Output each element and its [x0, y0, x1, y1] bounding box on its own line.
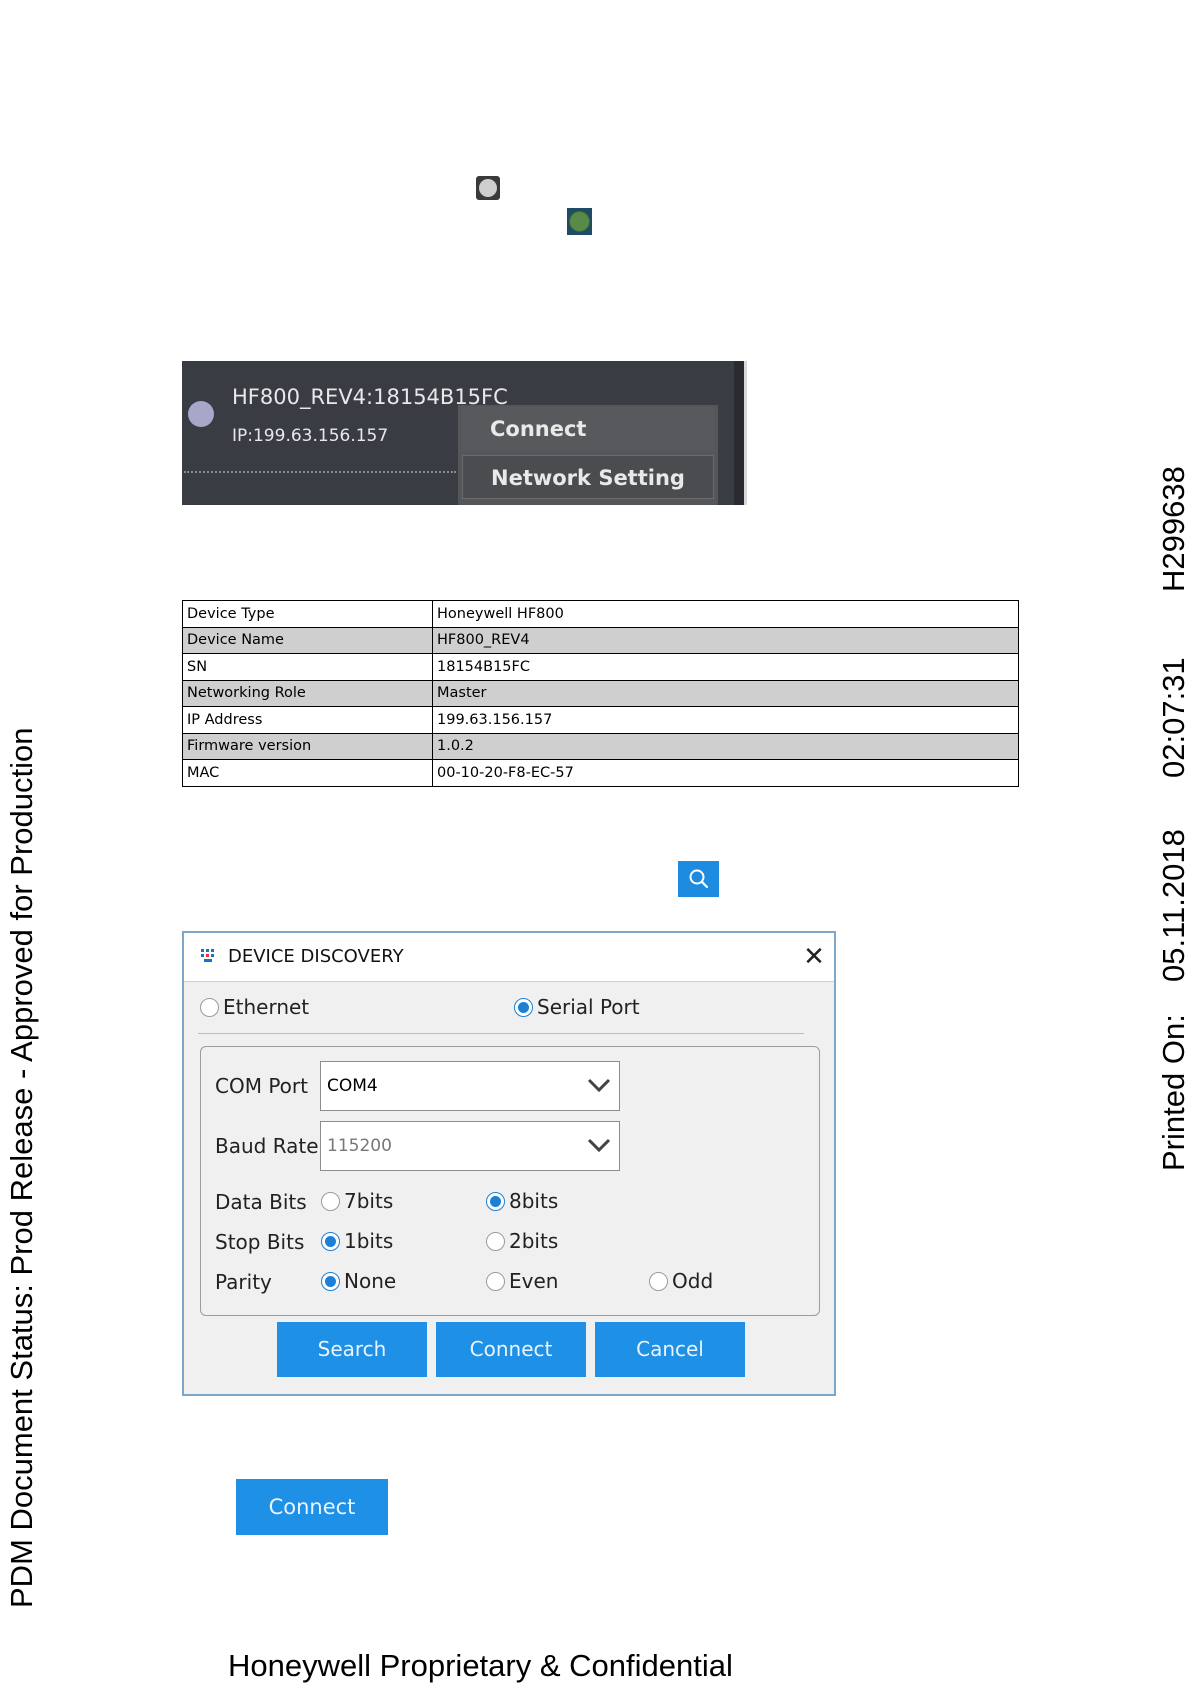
table-row: Firmware version 1.0.2 [182, 732, 1019, 760]
table-row: Device Type Honeywell HF800 [182, 600, 1019, 628]
serial-port-option[interactable]: Serial Port [514, 995, 640, 1019]
menu-item-network-setting[interactable]: Network Setting [462, 455, 714, 499]
table-value: 1.0.2 [432, 732, 1019, 760]
table-value: 00-10-20-F8-EC-57 [432, 759, 1019, 787]
device-info-table: Device Type Honeywell HF800 Device Name HF… [182, 600, 1019, 787]
table-key: MAC [182, 759, 433, 787]
cancel-button[interactable]: Cancel [595, 1322, 745, 1377]
document-number: H299638 [1156, 466, 1190, 592]
radio-button[interactable] [321, 1231, 340, 1251]
table-key: SN [182, 653, 433, 681]
search-icon [689, 869, 708, 889]
radio-button[interactable] [486, 1271, 505, 1291]
com-port-select[interactable]: COM4 [320, 1061, 620, 1111]
table-value: 18154B15FC [432, 653, 1019, 681]
printed-date: 05.11.2018 [1156, 829, 1190, 982]
radio-button[interactable] [486, 1231, 505, 1251]
baud-rate-value: 115200 [327, 1136, 392, 1156]
option-label: Odd [672, 1269, 714, 1293]
ethernet-option[interactable]: Ethernet [200, 995, 309, 1019]
baud-rate-select[interactable]: 115200 [320, 1121, 620, 1171]
device-ip: IP:199.63.156.157 [232, 426, 389, 446]
table-value: 199.63.156.157 [432, 706, 1019, 734]
data-bits-8-option[interactable]: 8bits [486, 1189, 558, 1213]
radio-button[interactable] [649, 1271, 668, 1291]
device-discovery-dialog: DEVICE DISCOVERY ✕ Ethernet Serial Port … [182, 931, 836, 1396]
device-status-icon [188, 401, 214, 427]
radio-button[interactable] [321, 1271, 340, 1291]
printed-time: 02:07:31 [1156, 657, 1190, 778]
com-port-label: COM Port [215, 1074, 308, 1098]
app-logo-icon [201, 949, 214, 962]
table-value: HF800_REV4 [432, 626, 1019, 654]
radio-button[interactable] [321, 1191, 340, 1211]
printed-on-label: Printed On: [1156, 1014, 1190, 1171]
table-key: Device Name [182, 626, 433, 654]
chevron-down-icon [587, 1138, 611, 1153]
table-row: Device Name HF800_REV4 [182, 626, 1019, 654]
dialog-titlebar: DEVICE DISCOVERY ✕ [184, 933, 834, 982]
search-button[interactable]: Search [277, 1322, 427, 1377]
search-button[interactable] [678, 861, 719, 897]
divider [184, 471, 456, 473]
connect-button[interactable]: Connect [436, 1322, 586, 1377]
stop-bits-label: Stop Bits [215, 1230, 305, 1254]
chevron-down-icon [587, 1078, 611, 1093]
baud-rate-label: Baud Rate [215, 1134, 319, 1158]
device-list-item[interactable]: HF800_REV4:18154B15FC IP:199.63.156.157 … [182, 361, 747, 505]
serial-settings-group: COM Port COM4 Baud Rate 115200 Data Bits… [200, 1046, 820, 1316]
table-key: Device Type [182, 600, 433, 628]
ethernet-radio[interactable] [200, 997, 219, 1017]
table-value: Honeywell HF800 [432, 600, 1019, 628]
option-label: 1bits [344, 1229, 394, 1253]
option-label: 2bits [509, 1229, 559, 1253]
online-status-icon [567, 208, 592, 235]
option-label: 7bits [344, 1189, 394, 1213]
parity-none-option[interactable]: None [321, 1269, 396, 1293]
stop-bits-1-option[interactable]: 1bits [321, 1229, 393, 1253]
confidentiality-footer: Honeywell Proprietary & Confidential [228, 1648, 733, 1683]
connect-button[interactable]: Connect [236, 1479, 388, 1535]
divider [198, 1033, 804, 1034]
table-key: IP Address [182, 706, 433, 734]
table-key: Networking Role [182, 679, 433, 707]
data-bits-label: Data Bits [215, 1190, 307, 1214]
parity-label: Parity [215, 1270, 272, 1294]
table-key: Firmware version [182, 732, 433, 760]
com-port-value: COM4 [327, 1076, 378, 1096]
table-row: Networking Role Master [182, 679, 1019, 707]
ethernet-label: Ethernet [223, 995, 310, 1019]
parity-even-option[interactable]: Even [486, 1269, 558, 1293]
dialog-title: DEVICE DISCOVERY [228, 946, 404, 967]
table-row: SN 18154B15FC [182, 653, 1019, 681]
data-bits-7-option[interactable]: 7bits [321, 1189, 393, 1213]
option-label: None [344, 1269, 397, 1293]
context-menu: Connect Network Setting [458, 405, 718, 505]
table-row: IP Address 199.63.156.157 [182, 706, 1019, 734]
serial-port-label: Serial Port [537, 995, 640, 1019]
menu-item-connect[interactable]: Connect [462, 407, 714, 451]
stop-bits-2-option[interactable]: 2bits [486, 1229, 558, 1253]
scrollbar [734, 361, 744, 505]
option-label: Even [509, 1269, 559, 1293]
close-icon[interactable]: ✕ [800, 943, 828, 971]
table-value: Master [432, 679, 1019, 707]
pdm-status-text: PDM Document Status: Prod Release - Appr… [4, 727, 39, 1609]
option-label: 8bits [509, 1189, 559, 1213]
serial-port-radio[interactable] [514, 997, 533, 1017]
table-row: MAC 00-10-20-F8-EC-57 [182, 759, 1019, 787]
offline-status-icon [476, 176, 500, 200]
radio-button[interactable] [486, 1191, 505, 1211]
parity-odd-option[interactable]: Odd [649, 1269, 713, 1293]
